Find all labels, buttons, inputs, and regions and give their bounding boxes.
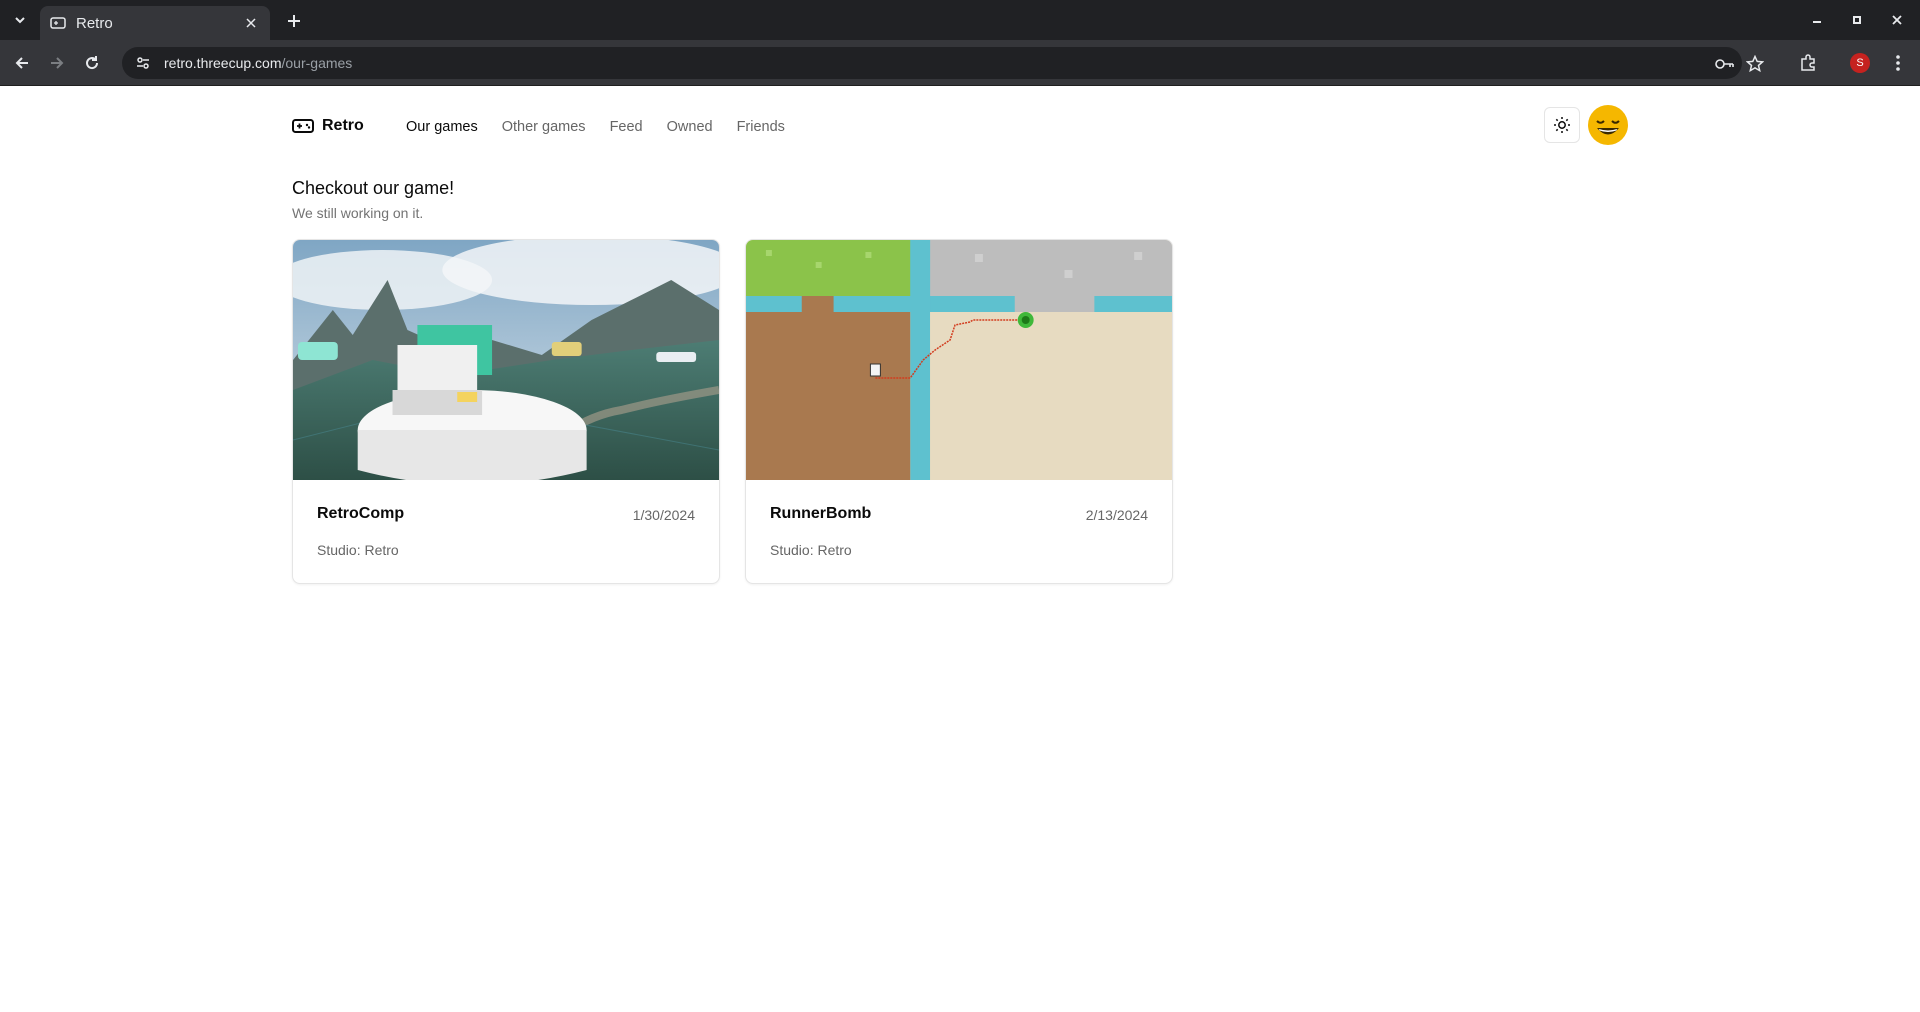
- close-icon[interactable]: [242, 14, 260, 32]
- close-window-button[interactable]: [1882, 8, 1912, 32]
- main-nav: Our games Other games Feed Owned Friends: [406, 119, 785, 135]
- forward-button[interactable]: [43, 49, 71, 77]
- new-tab-button[interactable]: [282, 9, 306, 33]
- user-avatar[interactable]: [1588, 105, 1628, 145]
- nav-owned[interactable]: Owned: [667, 119, 713, 135]
- browser-toolbar: retro.threecup.com/our-games S: [0, 40, 1920, 86]
- chevron-down-icon: [15, 17, 25, 24]
- more-vertical-icon: [1896, 55, 1900, 71]
- reload-button[interactable]: [78, 49, 106, 77]
- game-date: 1/30/2024: [632, 507, 695, 523]
- game-date: 2/13/2024: [1085, 507, 1148, 523]
- game-card-retrocomp[interactable]: RetroComp 1/30/2024 Studio: Retro: [292, 239, 720, 584]
- game-studio: Studio: Retro: [770, 542, 852, 558]
- site-logo[interactable]: Retro: [292, 117, 364, 135]
- nav-our-games[interactable]: Our games: [406, 119, 478, 135]
- sun-icon: [1554, 117, 1570, 133]
- browser-tab[interactable]: Retro: [40, 6, 270, 40]
- arrow-left-icon: [15, 57, 28, 69]
- page: Retro Our games Other games Feed Owned F…: [0, 87, 1920, 1012]
- back-button[interactable]: [8, 49, 36, 77]
- reload-icon: [86, 56, 99, 70]
- game-title: RunnerBomb: [770, 505, 872, 522]
- password-key-icon[interactable]: [1714, 53, 1736, 75]
- close-icon: [1892, 15, 1902, 25]
- gamepad-icon: [292, 119, 314, 133]
- arrow-right-icon: [51, 57, 64, 69]
- browser-menu-button[interactable]: [1886, 51, 1910, 75]
- extensions-button[interactable]: [1796, 51, 1820, 75]
- tab-title: Retro: [76, 14, 113, 32]
- maximize-icon: [1853, 16, 1861, 24]
- game-screenshot-retrocomp: [293, 240, 719, 480]
- tab-list-button[interactable]: [6, 8, 34, 32]
- site-header: Retro Our games Other games Feed Owned F…: [292, 87, 1628, 167]
- bookmark-star-icon[interactable]: [1744, 53, 1766, 75]
- gamepad-icon: [50, 15, 66, 31]
- minimize-icon: [1813, 21, 1821, 23]
- game-title: RetroComp: [317, 505, 405, 522]
- url-host: retro.threecup.com: [164, 55, 282, 71]
- address-bar[interactable]: retro.threecup.com/our-games: [122, 47, 1764, 79]
- nav-feed[interactable]: Feed: [610, 119, 643, 135]
- browser-tab-bar: Retro: [0, 0, 1920, 40]
- theme-toggle-button[interactable]: [1544, 107, 1580, 143]
- laughing-face-icon: [1588, 105, 1628, 145]
- plus-icon: [288, 15, 300, 27]
- game-studio: Studio: Retro: [317, 542, 399, 558]
- page-title: Checkout our game!: [292, 178, 455, 198]
- site-info-icon[interactable]: [132, 52, 154, 74]
- minimize-button[interactable]: [1802, 8, 1832, 32]
- nav-other-games[interactable]: Other games: [502, 119, 586, 135]
- maximize-button[interactable]: [1842, 8, 1872, 32]
- game-card-runnerbomb[interactable]: RunnerBomb 2/13/2024 Studio: Retro: [745, 239, 1173, 584]
- profile-button[interactable]: S: [1848, 51, 1872, 75]
- puzzle-icon: [1801, 54, 1815, 71]
- profile-avatar: S: [1850, 53, 1870, 73]
- url-path: /our-games: [281, 55, 353, 71]
- game-screenshot-runnerbomb: [746, 240, 1172, 480]
- nav-friends[interactable]: Friends: [737, 119, 785, 135]
- page-subtitle: We still working on it.: [292, 205, 424, 221]
- logo-text: Retro: [322, 117, 364, 134]
